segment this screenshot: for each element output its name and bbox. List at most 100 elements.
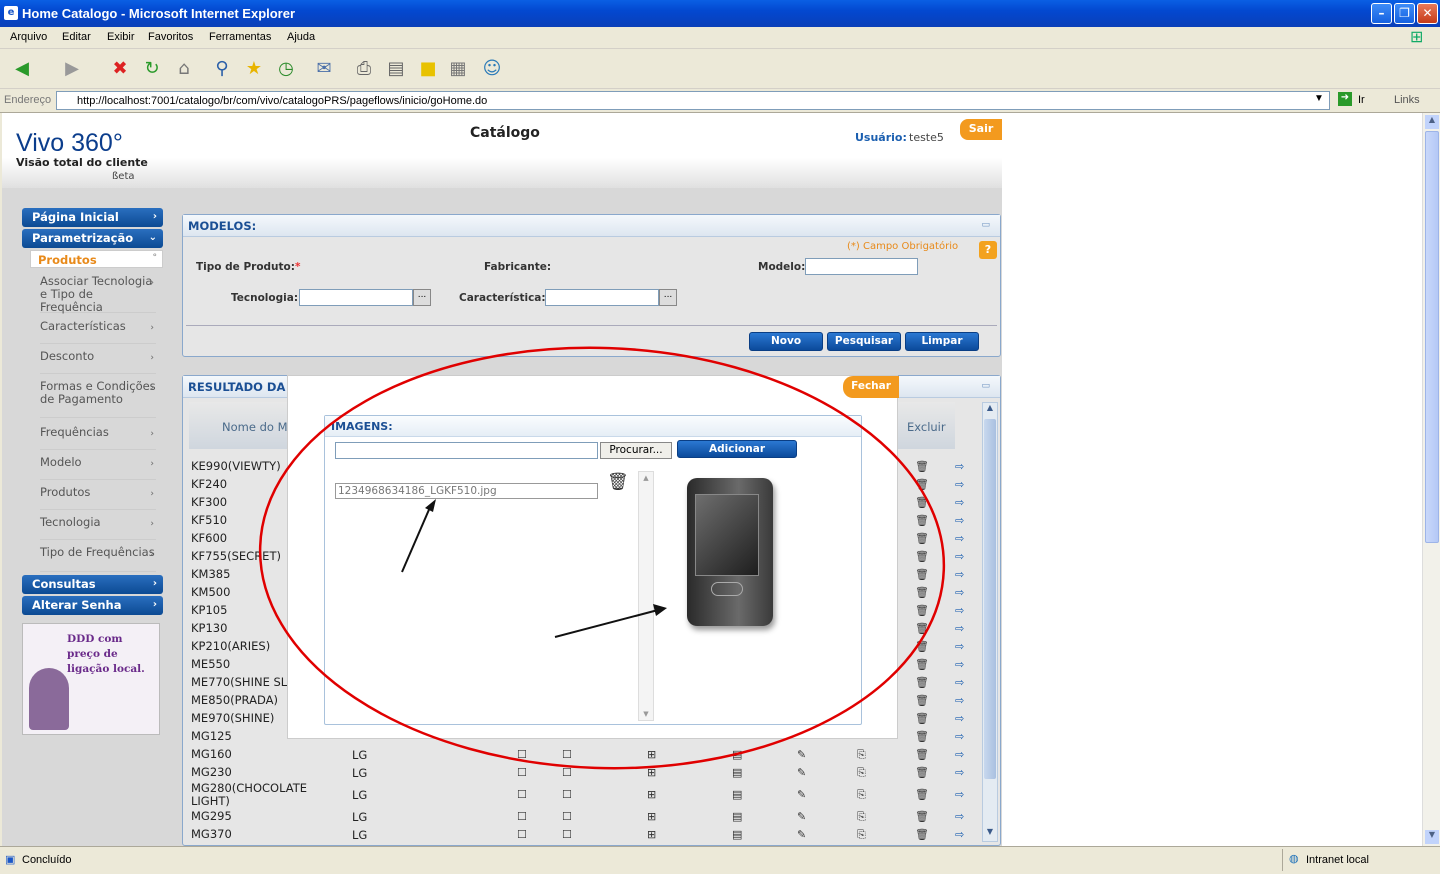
details-icon[interactable]: ▤ <box>732 748 742 761</box>
copy-icon[interactable]: ⎘ <box>857 788 866 802</box>
menu-arquivo[interactable]: Arquivo <box>10 31 47 43</box>
edit-icon[interactable]: ▤ <box>382 55 410 83</box>
minimize-button[interactable]: – <box>1371 3 1392 24</box>
fechar-button[interactable]: Fechar <box>843 376 899 398</box>
trash-icon[interactable]: 🗑 <box>607 472 629 492</box>
browser-scrollbar[interactable]: ▲ ▼ <box>1422 113 1440 846</box>
open-row-icon[interactable]: ⇨ <box>955 460 964 473</box>
delete-row-icon[interactable]: 🗑 <box>915 766 929 779</box>
url-dropdown-icon[interactable]: ▼ <box>1314 93 1324 104</box>
featured-checkbox[interactable]: ☐ <box>562 810 572 823</box>
delete-row-icon[interactable]: 🗑 <box>915 568 929 581</box>
tecnologia-lookup-button[interactable]: ... <box>413 289 431 306</box>
uploaded-file-field[interactable]: 1234968634186_LGKF510.jpg <box>335 483 598 499</box>
grid-icon[interactable]: ⊞ <box>647 810 656 823</box>
go-button[interactable]: Ir <box>1358 94 1365 106</box>
nav-pagina-inicial[interactable]: Página Inicial › <box>22 208 163 227</box>
browse-button[interactable]: Procurar... <box>600 442 672 459</box>
edit-icon[interactable]: ✎ <box>797 788 806 801</box>
caracteristica-input[interactable] <box>545 289 659 306</box>
delete-row-icon[interactable]: 🗑 <box>915 658 929 671</box>
sidebar-item-associar[interactable]: Associar Tecnologia e Tipo de Frequência… <box>40 275 156 314</box>
edit-icon[interactable]: ✎ <box>797 748 806 761</box>
delete-row-icon[interactable]: 🗑 <box>915 730 929 743</box>
details-icon[interactable]: ▤ <box>732 828 742 841</box>
tecnologia-input[interactable] <box>299 289 413 306</box>
novo-button[interactable]: Novo <box>749 332 823 351</box>
featured-checkbox[interactable]: ☐ <box>562 788 572 801</box>
nav-parametrizacao[interactable]: Parametrização ⌄ <box>22 229 163 248</box>
sidebar-item-desconto[interactable]: Desconto › <box>40 350 156 374</box>
sidebar-item-tipo-frequencias[interactable]: Tipo de Frequências › <box>40 546 156 572</box>
pesquisar-button[interactable]: Pesquisar <box>827 332 901 351</box>
grid-icon[interactable]: ⊞ <box>647 828 656 841</box>
sidebar-item-modelo[interactable]: Modelo › <box>40 456 156 480</box>
links-label[interactable]: Links <box>1394 94 1420 106</box>
menu-ajuda[interactable]: Ajuda <box>287 31 315 43</box>
featured-checkbox[interactable]: ☐ <box>562 828 572 841</box>
messenger-icon[interactable]: ☺ <box>478 55 506 83</box>
home-icon[interactable]: ⌂ <box>170 55 198 83</box>
file-path-input[interactable] <box>335 442 598 459</box>
edit-icon[interactable]: ✎ <box>797 810 806 823</box>
active-checkbox[interactable]: ☐ <box>517 810 527 823</box>
copy-icon[interactable]: ⎘ <box>857 810 866 824</box>
open-row-icon[interactable]: ⇨ <box>955 622 964 635</box>
delete-row-icon[interactable]: 🗑 <box>915 532 929 545</box>
open-row-icon[interactable]: ⇨ <box>955 810 964 823</box>
maximize-button[interactable]: ❐ <box>1394 3 1415 24</box>
delete-row-icon[interactable]: 🗑 <box>915 810 929 823</box>
open-row-icon[interactable]: ⇨ <box>955 532 964 545</box>
edit-icon[interactable]: ✎ <box>797 766 806 779</box>
favorites-icon[interactable]: ★ <box>240 55 268 83</box>
delete-row-icon[interactable]: 🗑 <box>915 828 929 841</box>
copy-icon[interactable]: ⎘ <box>857 748 866 762</box>
menu-editar[interactable]: Editar <box>62 31 91 43</box>
featured-checkbox[interactable]: ☐ <box>562 766 572 779</box>
sidebar-item-formas[interactable]: Formas e Condições de Pagamento › <box>40 380 156 418</box>
sidebar-item-frequencias[interactable]: Frequências › <box>40 426 156 450</box>
go-icon[interactable]: ➜ <box>1338 92 1352 106</box>
research-icon[interactable]: ▦ <box>444 55 472 83</box>
active-checkbox[interactable]: ☐ <box>517 788 527 801</box>
open-row-icon[interactable]: ⇨ <box>955 478 964 491</box>
open-row-icon[interactable]: ⇨ <box>955 568 964 581</box>
open-row-icon[interactable]: ⇨ <box>955 712 964 725</box>
delete-row-icon[interactable]: 🗑 <box>915 550 929 563</box>
delete-row-icon[interactable]: 🗑 <box>915 514 929 527</box>
delete-row-icon[interactable]: 🗑 <box>915 604 929 617</box>
search-icon[interactable]: ⚲ <box>208 55 236 83</box>
mail-icon[interactable]: ✉ <box>310 55 338 83</box>
menu-favoritos[interactable]: Favoritos <box>148 31 193 43</box>
menu-exibir[interactable]: Exibir <box>107 31 135 43</box>
active-checkbox[interactable]: ☐ <box>517 828 527 841</box>
open-row-icon[interactable]: ⇨ <box>955 496 964 509</box>
delete-row-icon[interactable]: 🗑 <box>915 694 929 707</box>
delete-row-icon[interactable]: 🗑 <box>915 496 929 509</box>
open-row-icon[interactable]: ⇨ <box>955 604 964 617</box>
help-icon[interactable]: ? <box>979 241 997 259</box>
modelo-input[interactable] <box>805 258 918 275</box>
delete-row-icon[interactable]: 🗑 <box>915 622 929 635</box>
delete-row-icon[interactable]: 🗑 <box>915 586 929 599</box>
delete-row-icon[interactable]: 🗑 <box>915 712 929 725</box>
refresh-icon[interactable]: ↻ <box>138 55 166 83</box>
delete-row-icon[interactable]: 🗑 <box>915 676 929 689</box>
open-row-icon[interactable]: ⇨ <box>955 828 964 841</box>
active-checkbox[interactable]: ☐ <box>517 748 527 761</box>
open-row-icon[interactable]: ⇨ <box>955 766 964 779</box>
file-list-scrollbar[interactable]: ▲ ▼ <box>638 471 654 721</box>
close-window-button[interactable]: ✕ <box>1417 3 1438 24</box>
sidebar-item-produtos[interactable]: Produtos › <box>40 486 156 510</box>
adicionar-button[interactable]: Adicionar <box>677 440 797 458</box>
open-row-icon[interactable]: ⇨ <box>955 514 964 527</box>
delete-row-icon[interactable]: 🗑 <box>915 748 929 761</box>
nav-consultas[interactable]: Consultas › <box>22 575 163 594</box>
open-row-icon[interactable]: ⇨ <box>955 550 964 563</box>
caracteristica-lookup-button[interactable]: ... <box>659 289 677 306</box>
grid-icon[interactable]: ⊞ <box>647 766 656 779</box>
stop-icon[interactable]: ✖ <box>106 55 134 83</box>
note-icon[interactable]: ■ <box>414 55 442 83</box>
delete-row-icon[interactable]: 🗑 <box>915 788 929 801</box>
open-row-icon[interactable]: ⇨ <box>955 640 964 653</box>
